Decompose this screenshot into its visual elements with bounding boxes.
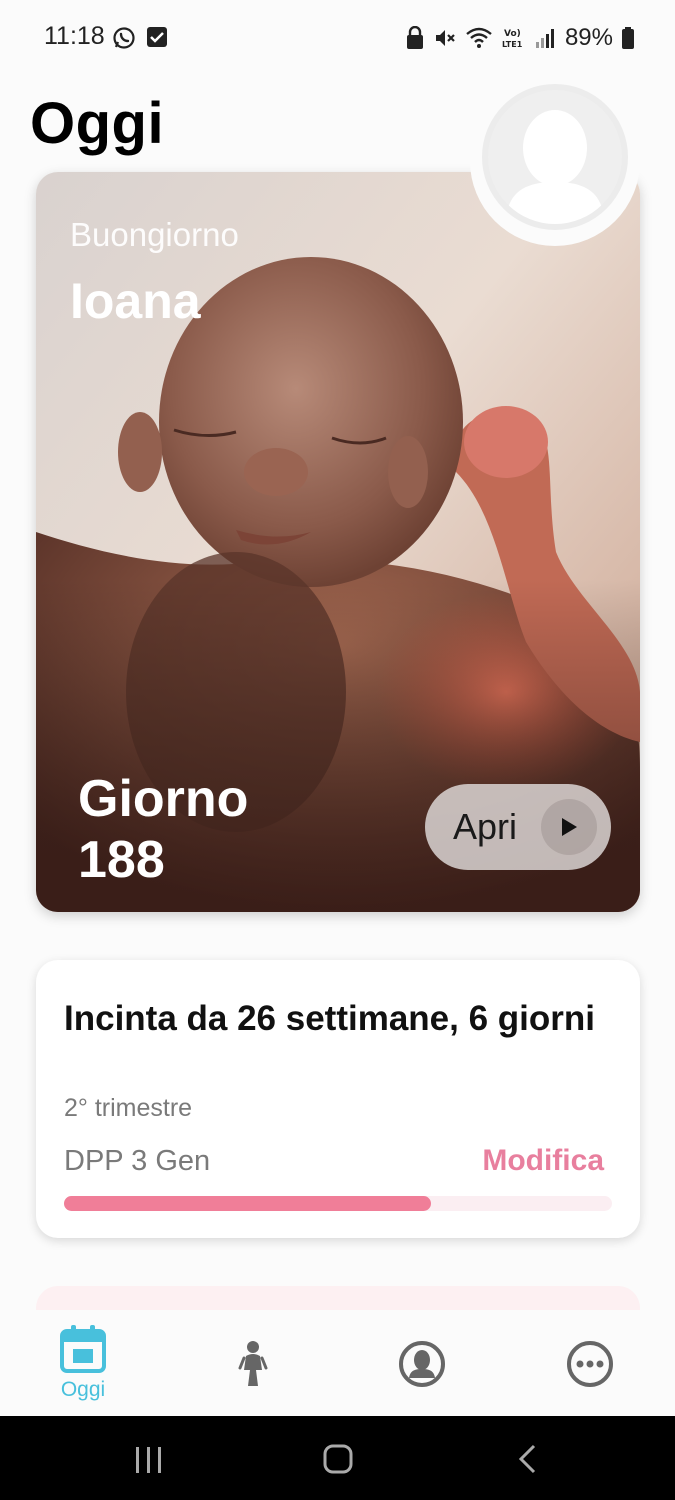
battery-percent: 89% <box>564 24 613 51</box>
lock-icon <box>406 26 423 49</box>
baby-icon <box>238 1341 268 1386</box>
status-bar: 11:18 Vo) LTE1 89% <box>0 0 675 76</box>
open-button[interactable]: Apri <box>425 784 611 870</box>
signal-icon <box>535 29 554 48</box>
trimester-label: 2° trimestre <box>64 1094 193 1122</box>
home-icon[interactable] <box>322 1443 354 1475</box>
pregnancy-card: Incinta da 26 settimane, 6 giorni 2° tri… <box>36 960 640 1238</box>
wifi-icon <box>466 27 492 48</box>
due-date: DPP 3 Gen <box>64 1145 211 1177</box>
bottom-nav: Oggi <box>0 1310 675 1416</box>
svg-text:Vo): Vo) <box>504 29 521 39</box>
avatar-container <box>470 76 640 246</box>
progress-fill <box>64 1196 432 1211</box>
battery-icon <box>622 27 634 49</box>
nav-label-oggi: Oggi <box>60 1378 106 1401</box>
nav-item-oggi[interactable]: Oggi <box>23 1310 143 1416</box>
pregnancy-progress-bar <box>64 1196 612 1211</box>
check-square-icon <box>147 27 167 47</box>
back-icon[interactable] <box>516 1443 540 1475</box>
whatsapp-icon <box>113 27 135 49</box>
calendar-icon <box>60 1325 106 1373</box>
more-icon <box>567 1341 613 1387</box>
user-name: Ioana <box>70 273 201 329</box>
open-button-label: Apri <box>453 806 518 847</box>
nav-item-baby[interactable] <box>193 1310 313 1416</box>
nav-item-profile[interactable] <box>362 1310 482 1416</box>
nav-item-more[interactable] <box>530 1310 650 1416</box>
day-number: 188 <box>78 831 165 889</box>
svg-text:LTE1: LTE1 <box>502 40 523 49</box>
play-icon <box>541 799 597 855</box>
user-silhouette-icon <box>506 110 604 224</box>
mute-icon <box>435 30 455 46</box>
daily-baby-card[interactable]: Buongiorno Ioana Giorno 188 Apri <box>36 172 640 912</box>
greeting-text: Buongiorno <box>70 216 239 253</box>
volte-icon: Vo) LTE1 <box>502 29 523 49</box>
status-time: 11:18 <box>44 22 105 50</box>
edit-link[interactable]: Modifica <box>482 1144 604 1178</box>
day-label: Giorno <box>78 770 249 828</box>
system-nav-bar <box>0 1416 675 1500</box>
pregnancy-duration: Incinta da 26 settimane, 6 giorni <box>64 999 595 1038</box>
avatar[interactable] <box>482 84 628 230</box>
recent-apps-icon[interactable] <box>134 1445 164 1475</box>
page-title: Oggi <box>30 91 165 156</box>
profile-circle-icon <box>399 1341 445 1387</box>
